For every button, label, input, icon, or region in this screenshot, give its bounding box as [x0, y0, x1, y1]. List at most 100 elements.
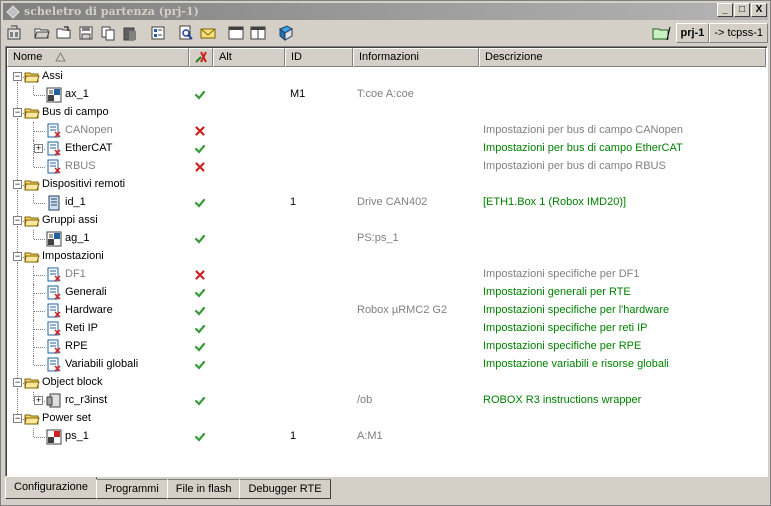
tree-item-row[interactable]: ag_1 PS:ps_1 — [7, 230, 767, 248]
collapse-toggle[interactable]: − — [13, 180, 22, 189]
row-name: ps_1 — [65, 430, 89, 442]
copy-icon[interactable] — [97, 23, 119, 43]
project-settings-icon[interactable] — [3, 23, 25, 43]
tree-item-row[interactable]: Variabili globali Impostazione variabili … — [7, 356, 767, 374]
tree-folder-row[interactable]: − Assi — [7, 68, 767, 108]
status-ok-icon — [194, 395, 206, 407]
project-label[interactable]: prj-1 — [675, 23, 710, 43]
minimize-button[interactable]: _ — [717, 3, 733, 17]
tree-item-row[interactable]: ps_1 1 A:M1 — [7, 428, 767, 446]
open-project-folder-icon[interactable] — [648, 23, 676, 43]
row-name: id_1 — [65, 196, 86, 208]
tree-connector — [33, 86, 34, 95]
status-ok-icon — [194, 143, 206, 155]
page-icon — [46, 267, 62, 283]
project-status: prj-1 -> tcpss-1 — [648, 22, 768, 44]
main-window: scheletro di partenza (prj-1) _ □ X prj-… — [0, 0, 771, 506]
row-name: RPE — [65, 340, 88, 352]
row-name: Object block — [42, 376, 103, 388]
open-folder-icon[interactable] — [31, 23, 53, 43]
save-icon[interactable] — [75, 23, 97, 43]
book-icon[interactable] — [275, 23, 297, 43]
tree-folder-row[interactable]: − Object block — [7, 374, 767, 414]
collapse-toggle[interactable]: − — [13, 216, 22, 225]
tree-connector — [33, 230, 34, 239]
row-description: Impostazioni specifiche per reti IP — [483, 322, 648, 334]
column-id[interactable]: ID — [285, 48, 353, 67]
tree-item-row[interactable]: + rc_r3inst/ob ROBOX R3 instructions wrapp… — [7, 392, 767, 410]
row-name: RBUS — [65, 160, 96, 172]
tree-item-row[interactable]: Hardware Robox µRMC2 G2 Impostazioni speci… — [7, 302, 767, 320]
tree-item-row[interactable]: DF1 Impostazioni specifiche per DF1 — [7, 266, 767, 284]
configuration-tree-panel[interactable]: Nome Alt ID Informazioni Descrizione − As… — [5, 46, 768, 477]
column-nome[interactable]: Nome — [7, 48, 189, 67]
tree-item-row[interactable]: RBUS Impostazioni per bus di campo RBUS — [7, 158, 767, 176]
folder-icon — [24, 411, 40, 427]
row-description: Impostazione variabili e risorse globali — [483, 358, 669, 370]
tree-item-row[interactable]: Reti IP Impostazioni specifiche per reti … — [7, 320, 767, 338]
tab-debugger-rte[interactable]: Debugger RTE — [239, 479, 331, 499]
collapse-toggle[interactable]: − — [13, 72, 22, 81]
tree-item-row[interactable]: ax_1 M1 T:coe A:coe — [7, 86, 767, 104]
tree-connector — [33, 158, 34, 167]
maximize-button[interactable]: □ — [734, 3, 750, 17]
status-ok-icon — [194, 359, 206, 371]
row-description: Impostazioni per bus di campo EtherCAT — [483, 142, 683, 154]
row-id: 1 — [290, 430, 297, 442]
tree-folder-row[interactable]: − Gruppi assi — [7, 212, 767, 252]
collapse-toggle[interactable]: − — [13, 108, 22, 117]
status-ok-icon — [194, 287, 206, 299]
tree-icon[interactable] — [147, 23, 169, 43]
expand-toggle[interactable]: + — [34, 144, 43, 153]
power-icon — [46, 429, 62, 445]
page-icon — [46, 159, 62, 175]
column-descrizione[interactable]: Descrizione — [479, 48, 766, 67]
window-icon[interactable] — [225, 23, 247, 43]
tree-folder-row[interactable]: − Impostazioni — [7, 248, 767, 378]
row-info: /ob — [357, 394, 373, 406]
open-folder-arrow-icon[interactable] — [53, 23, 75, 43]
folder-icon — [24, 249, 40, 265]
row-name: Assi — [42, 70, 63, 82]
status-error-icon — [194, 161, 206, 173]
target-label[interactable]: -> tcpss-1 — [709, 23, 768, 43]
title-bar[interactable]: scheletro di partenza (prj-1) — [3, 3, 768, 20]
row-info: T:coe A:coe — [357, 88, 414, 100]
row-name: Bus di campo — [42, 106, 109, 118]
tree-item-row[interactable]: RPE Impostazioni specifiche per RPE — [7, 338, 767, 356]
axis-icon — [46, 231, 62, 247]
tree-item-row[interactable]: id_1 1 Drive CAN402 [ETH1.Box 1 (Robox IMD2… — [7, 194, 767, 212]
tree-folder-row[interactable]: − Bus di campo — [7, 104, 767, 180]
collapse-toggle[interactable]: − — [13, 414, 22, 423]
tree-item-row[interactable]: CANopen Impostazioni per bus di campo CAN… — [7, 122, 767, 140]
tree-folder-row[interactable]: − Power set — [7, 410, 767, 428]
tree-item-row[interactable]: Generali Impostazioni generali per RTE — [7, 284, 767, 302]
expand-toggle[interactable]: + — [34, 396, 43, 405]
column-status[interactable] — [189, 48, 213, 67]
find-icon[interactable] — [175, 23, 197, 43]
close-button[interactable]: X — [751, 3, 767, 17]
window2-icon[interactable] — [247, 23, 269, 43]
collapse-toggle[interactable]: − — [13, 252, 22, 261]
axis-icon — [46, 87, 62, 103]
column-alt[interactable]: Alt — [213, 48, 285, 67]
status-ok-icon — [194, 341, 206, 353]
row-name: Gruppi assi — [42, 214, 98, 226]
column-informazioni[interactable]: Informazioni — [353, 48, 479, 67]
tab-configurazione[interactable]: Configurazione — [5, 477, 97, 499]
collapse-toggle[interactable]: − — [13, 378, 22, 387]
row-name: Reti IP — [65, 322, 99, 334]
column-nome-label: Nome — [13, 51, 43, 63]
tree-item-row[interactable]: + EtherCAT Impostazioni per bus di campo E… — [7, 140, 767, 158]
paste-icon[interactable] — [119, 23, 141, 43]
status-ok-icon — [194, 233, 206, 245]
toolbar: prj-1 -> tcpss-1 — [3, 22, 768, 44]
tab-programmi[interactable]: Programmi — [96, 479, 168, 499]
folder-icon — [24, 213, 40, 229]
mail-icon[interactable] — [197, 23, 219, 43]
row-name: Variabili globali — [65, 358, 139, 370]
tree-folder-row[interactable]: − Dispositivi remoti — [7, 176, 767, 216]
row-description: Impostazioni per bus di campo RBUS — [483, 160, 666, 172]
status-error-icon — [194, 269, 206, 281]
tab-file-in-flash[interactable]: File in flash — [166, 479, 241, 499]
